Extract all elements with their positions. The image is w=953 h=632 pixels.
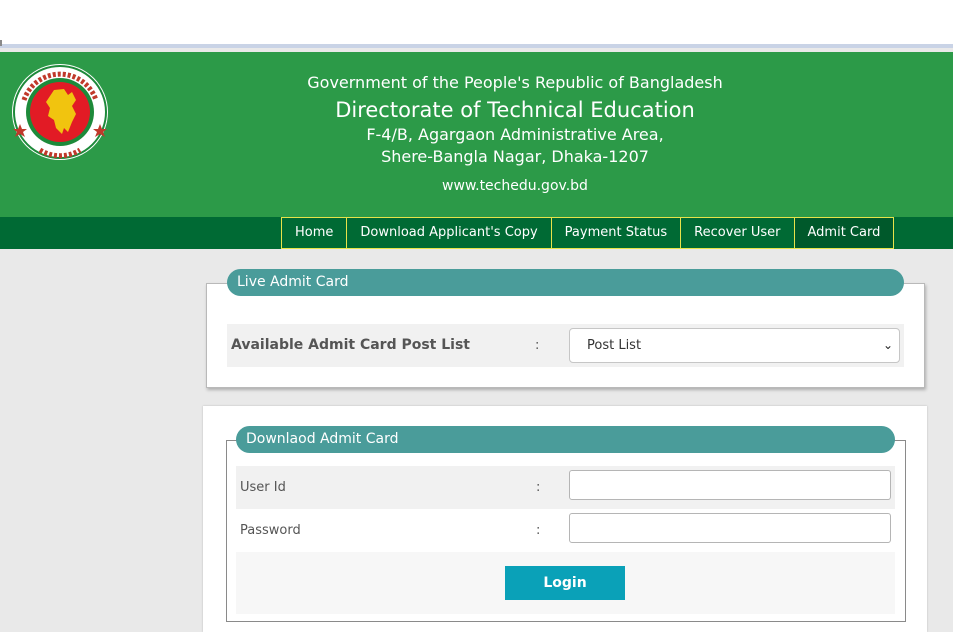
top-strip-tick	[0, 40, 2, 46]
live-admit-card-legend: Live Admit Card	[227, 269, 904, 296]
nav-menu: Home Download Applicant's Copy Payment S…	[281, 217, 895, 249]
government-title: Government of the People's Republic of B…	[307, 73, 723, 92]
website-text: www.techedu.gov.bd	[442, 178, 588, 194]
nav-item-download-applicants-copy[interactable]: Download Applicant's Copy	[346, 217, 552, 249]
browser-top-strip	[0, 0, 953, 48]
password-colon: :	[536, 523, 541, 538]
login-button-row: Login	[236, 552, 895, 614]
address-line-2: Shere-Bangla Nagar, Dhaka-1207	[381, 147, 649, 166]
post-list-colon: :	[535, 338, 540, 353]
post-list-label: Available Admit Card Post List	[231, 337, 470, 353]
bangladesh-government-seal-icon	[12, 64, 108, 160]
header-text-block: Government of the People's Republic of B…	[240, 70, 790, 196]
post-list-select[interactable]: Post List ⌄	[569, 328, 900, 363]
password-input[interactable]	[569, 513, 891, 543]
address-line-1: F-4/B, Agargaon Administrative Area,	[366, 125, 664, 144]
nav-item-admit-card[interactable]: Admit Card	[793, 217, 895, 249]
nav-item-payment-status[interactable]: Payment Status	[550, 217, 682, 249]
chevron-down-icon: ⌄	[882, 338, 893, 352]
download-admit-card-legend: Downlaod Admit Card	[236, 426, 895, 453]
nav-item-recover-user[interactable]: Recover User	[680, 217, 795, 249]
directorate-title: Directorate of Technical Education	[335, 98, 695, 122]
post-list-select-value: Post List	[587, 338, 642, 353]
navigation-bar: Home Download Applicant's Copy Payment S…	[0, 217, 953, 249]
user-id-label: User Id	[240, 480, 286, 495]
login-button[interactable]: Login	[505, 566, 625, 600]
password-label: Password	[240, 523, 301, 538]
user-id-input[interactable]	[569, 470, 891, 500]
password-row: Password :	[236, 509, 895, 552]
user-id-colon: :	[536, 480, 541, 495]
user-id-row: User Id :	[236, 466, 895, 509]
nav-item-home[interactable]: Home	[281, 217, 348, 249]
post-list-row: Available Admit Card Post List : Post Li…	[227, 324, 904, 367]
site-header: Government of the People's Republic of B…	[0, 52, 953, 217]
